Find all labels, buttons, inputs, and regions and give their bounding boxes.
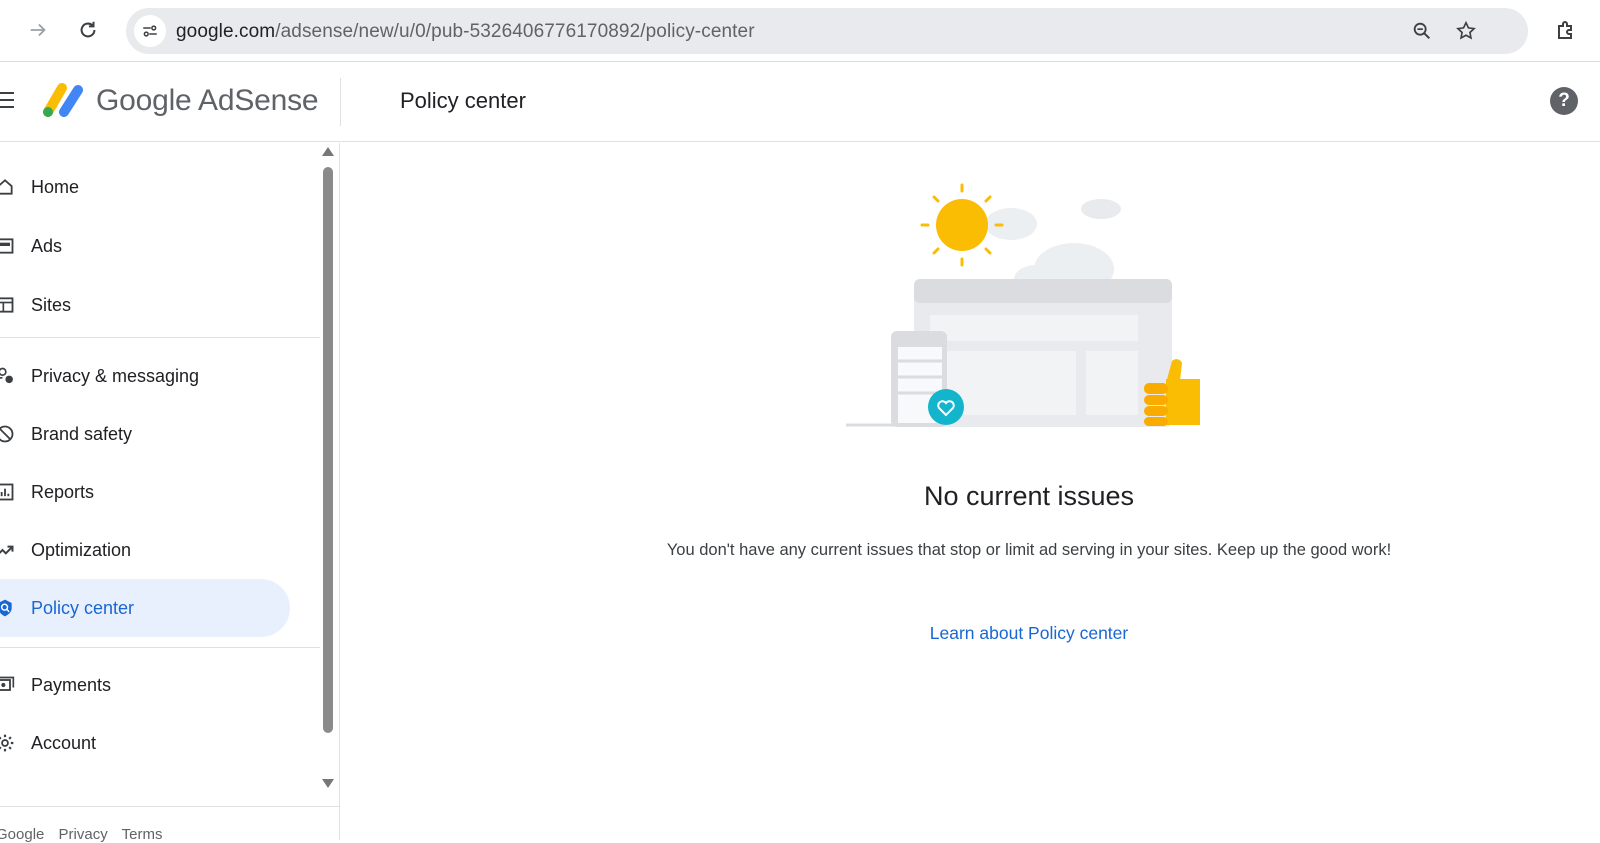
heart-badge-icon — [928, 389, 964, 425]
extensions-icon[interactable] — [1550, 14, 1582, 46]
reload-icon[interactable] — [72, 14, 104, 46]
sidebar-item-ads[interactable]: Ads — [0, 217, 290, 275]
sidebar-item-sites[interactable]: Sites — [0, 276, 290, 334]
scrollbar-thumb[interactable] — [323, 167, 333, 733]
sidebar-item-policy-center[interactable]: Policy center — [0, 579, 290, 637]
header-divider — [340, 78, 341, 126]
scroll-down-arrow-icon[interactable] — [322, 779, 334, 788]
privacy-icon — [0, 365, 16, 387]
sidebar-item-reports[interactable]: Reports — [0, 463, 290, 521]
sidebar-scrollbar[interactable] — [322, 147, 334, 797]
zoom-icon[interactable] — [1410, 19, 1434, 43]
learn-link-label[interactable]: Learn about Policy center — [930, 623, 1128, 643]
footer-link-privacy[interactable]: Privacy — [59, 826, 108, 843]
main-content: No current issues You don't have any cur… — [341, 143, 1600, 840]
forward-icon[interactable] — [22, 14, 54, 46]
sidebar-divider — [0, 337, 320, 338]
reports-icon — [0, 481, 16, 503]
ads-icon — [0, 235, 16, 257]
sidebar-divider — [0, 647, 320, 648]
payments-icon — [0, 674, 16, 696]
trending-up-icon — [0, 539, 16, 561]
footer-divider — [0, 806, 340, 807]
sidebar-item-optimization[interactable]: Optimization — [0, 521, 290, 579]
learn-about-policy-center-link[interactable]: Learn about Policy center — [341, 623, 1600, 644]
status-description: You don't have any current issues that s… — [666, 541, 1392, 559]
url-text: google.com/adsense/new/u/0/pub-532640677… — [176, 21, 755, 42]
policy-icon — [0, 597, 16, 619]
sidebar-item-home[interactable]: Home — [0, 158, 290, 216]
address-bar[interactable]: google.com/adsense/new/u/0/pub-532640677… — [126, 8, 1528, 54]
status-title: No current issues — [923, 481, 1135, 511]
app-header: Google AdSense Policy center ? — [0, 62, 1600, 142]
sites-icon — [0, 294, 16, 316]
footer-link-google[interactable]: Google — [0, 826, 44, 843]
help-icon[interactable]: ? — [1550, 87, 1578, 115]
bookmark-star-icon[interactable] — [1454, 19, 1478, 43]
no-issues-illustration — [846, 183, 1200, 427]
footer-links: Google Privacy Terms — [0, 826, 172, 843]
sidebar: Home Ads Sites Privacy & messaging Brand… — [0, 143, 340, 843]
page-title: Policy center — [400, 88, 526, 113]
home-icon — [0, 176, 16, 198]
adsense-logo-icon — [40, 80, 84, 120]
sidebar-item-payments[interactable]: Payments — [0, 656, 290, 714]
footer-link-terms[interactable]: Terms — [122, 826, 163, 843]
site-settings-icon[interactable] — [134, 15, 166, 47]
product-name[interactable]: Google AdSense — [96, 84, 319, 118]
gear-icon — [0, 732, 16, 754]
menu-icon[interactable] — [0, 92, 14, 108]
scroll-up-arrow-icon[interactable] — [322, 147, 334, 156]
sidebar-item-privacy-messaging[interactable]: Privacy & messaging — [0, 347, 290, 405]
sidebar-item-account[interactable]: Account — [0, 714, 290, 772]
browser-toolbar: google.com/adsense/new/u/0/pub-532640677… — [0, 0, 1600, 62]
block-icon — [0, 423, 16, 445]
sidebar-item-brand-safety[interactable]: Brand safety — [0, 405, 290, 463]
